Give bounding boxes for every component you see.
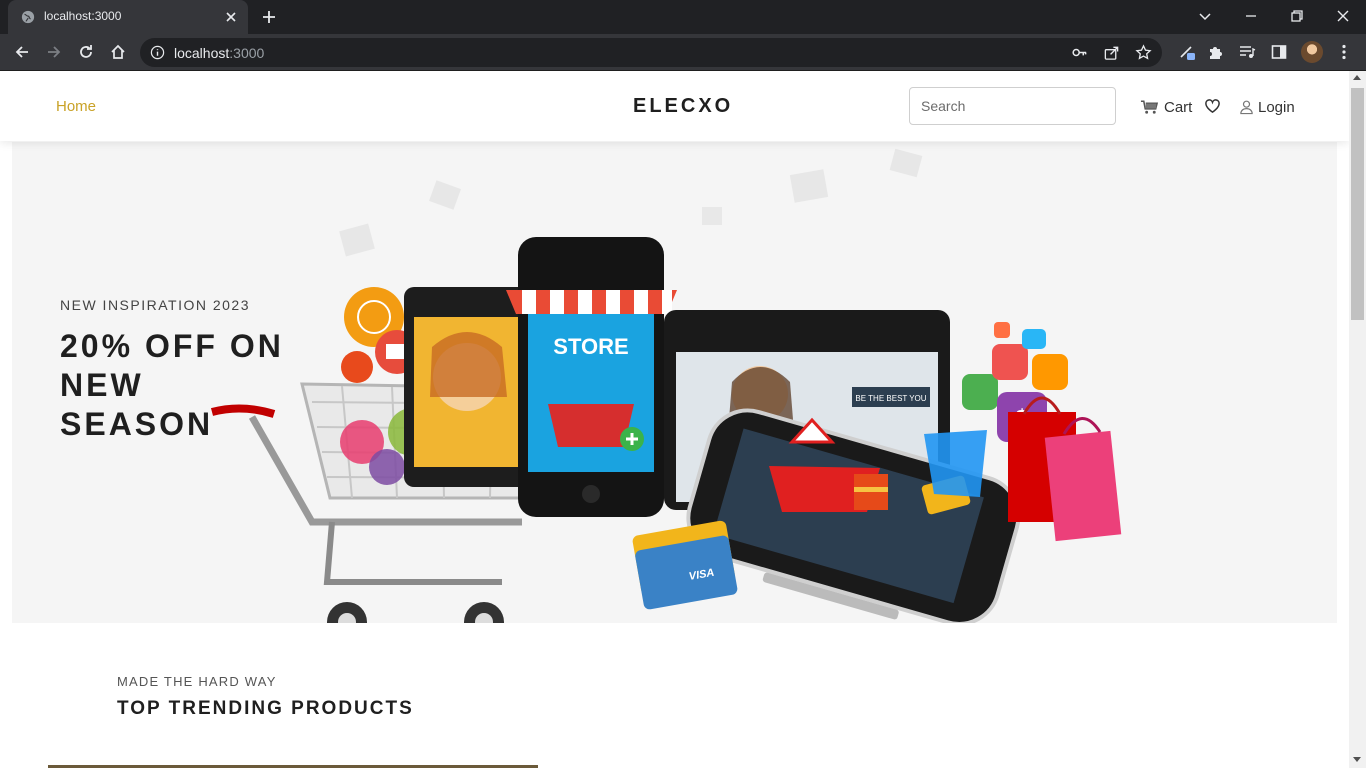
media-queue-icon[interactable] bbox=[1238, 43, 1256, 61]
browser-toolbar: localhost:3000 bbox=[0, 34, 1366, 71]
brand-logo[interactable]: ELECXO bbox=[633, 95, 733, 118]
back-icon[interactable] bbox=[13, 43, 31, 61]
cart-icon bbox=[1140, 100, 1159, 114]
info-icon[interactable] bbox=[150, 45, 165, 60]
section-eyebrow: MADE THE HARD WAY bbox=[117, 674, 277, 689]
scroll-thumb[interactable] bbox=[1351, 88, 1364, 320]
tab-title: localhost:3000 bbox=[44, 9, 122, 23]
extension-pen-icon[interactable] bbox=[1178, 43, 1196, 61]
tablet-banner-text: BE THE BEST YOU bbox=[855, 394, 926, 403]
url-host: localhost bbox=[174, 45, 230, 61]
address-url[interactable]: localhost:3000 bbox=[174, 45, 264, 61]
page-viewport: Home ELECXO Cart Login bbox=[0, 71, 1349, 768]
key-icon[interactable] bbox=[1071, 44, 1088, 61]
hero-title: 20% OFF ON NEW SEASON bbox=[60, 328, 284, 442]
window-close-icon[interactable] bbox=[1335, 8, 1351, 24]
chevron-down-icon[interactable] bbox=[1197, 8, 1213, 24]
url-port: :3000 bbox=[229, 45, 265, 61]
hero-banner: STORE BE THE BEST YOU VISA NEW INSPIRATI… bbox=[12, 142, 1337, 623]
profile-avatar[interactable] bbox=[1301, 41, 1323, 63]
share-icon[interactable] bbox=[1103, 44, 1120, 61]
scroll-down-arrow-icon[interactable] bbox=[1353, 757, 1361, 762]
puzzle-icon[interactable] bbox=[1207, 43, 1225, 61]
address-bar[interactable]: localhost:3000 bbox=[140, 38, 1162, 67]
heart-icon[interactable] bbox=[1204, 98, 1221, 114]
side-panel-icon[interactable] bbox=[1270, 43, 1288, 61]
page-scrollbar[interactable] bbox=[1349, 71, 1366, 768]
site-header: Home ELECXO Cart Login bbox=[0, 71, 1349, 141]
nav-home-link[interactable]: Home bbox=[56, 98, 96, 115]
browser-tabstrip: localhost:3000 bbox=[0, 0, 1366, 34]
restore-icon[interactable] bbox=[1289, 8, 1305, 24]
user-icon bbox=[1240, 100, 1253, 115]
cart-link[interactable]: Cart bbox=[1140, 97, 1192, 117]
login-label: Login bbox=[1258, 98, 1295, 116]
hero-eyebrow: NEW INSPIRATION 2023 bbox=[60, 297, 251, 313]
globe-icon bbox=[21, 10, 35, 24]
search-input[interactable] bbox=[909, 87, 1116, 125]
close-tab-icon[interactable] bbox=[223, 9, 239, 25]
reload-icon[interactable] bbox=[77, 43, 95, 61]
login-link[interactable]: Login bbox=[1239, 97, 1295, 117]
minimize-icon[interactable] bbox=[1243, 8, 1259, 24]
forward-icon[interactable] bbox=[45, 43, 63, 61]
section-title: TOP TRENDING PRODUCTS bbox=[117, 698, 414, 719]
new-tab-icon[interactable] bbox=[261, 9, 277, 25]
cart-label: Cart bbox=[1164, 98, 1193, 116]
scroll-up-arrow-icon[interactable] bbox=[1353, 75, 1361, 80]
home-icon[interactable] bbox=[109, 43, 127, 61]
browser-tab[interactable]: localhost:3000 bbox=[8, 0, 248, 34]
star-icon[interactable] bbox=[1135, 44, 1152, 61]
kebab-menu-icon[interactable] bbox=[1335, 43, 1353, 61]
store-sign-text: STORE bbox=[553, 334, 628, 359]
